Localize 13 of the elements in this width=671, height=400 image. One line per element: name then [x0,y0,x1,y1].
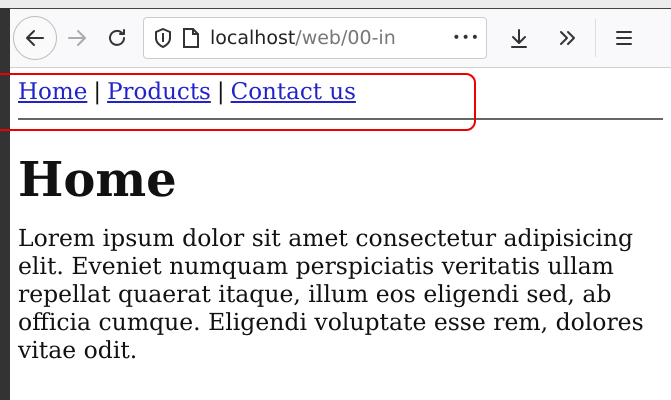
page-icon [182,27,200,49]
more-actions[interactable]: ••• [452,30,480,46]
separator: | [216,79,225,105]
page-heading: Home [18,151,178,210]
back-button[interactable] [13,16,57,60]
nav-link[interactable]: Contact us [230,79,356,105]
separator: | [93,79,102,105]
shield-icon [154,28,172,48]
address-bar[interactable]: localhost/web/00-in ••• [143,17,487,59]
nav-link[interactable]: Home [18,79,88,105]
nav-link[interactable]: Products [107,79,211,105]
body-paragraph: Lorem ipsum dolor sit amet consectetur adipisicing elit. Eveniet numquam perspiciatis veritatis ullam repellat quaerat itaque, illum eos eligendi sed, ab officia cumque. Eligendi voluptate esse rem, dolores vitae odit. [18,224,645,364]
url-text: localhost/web/00-in [210,27,397,49]
